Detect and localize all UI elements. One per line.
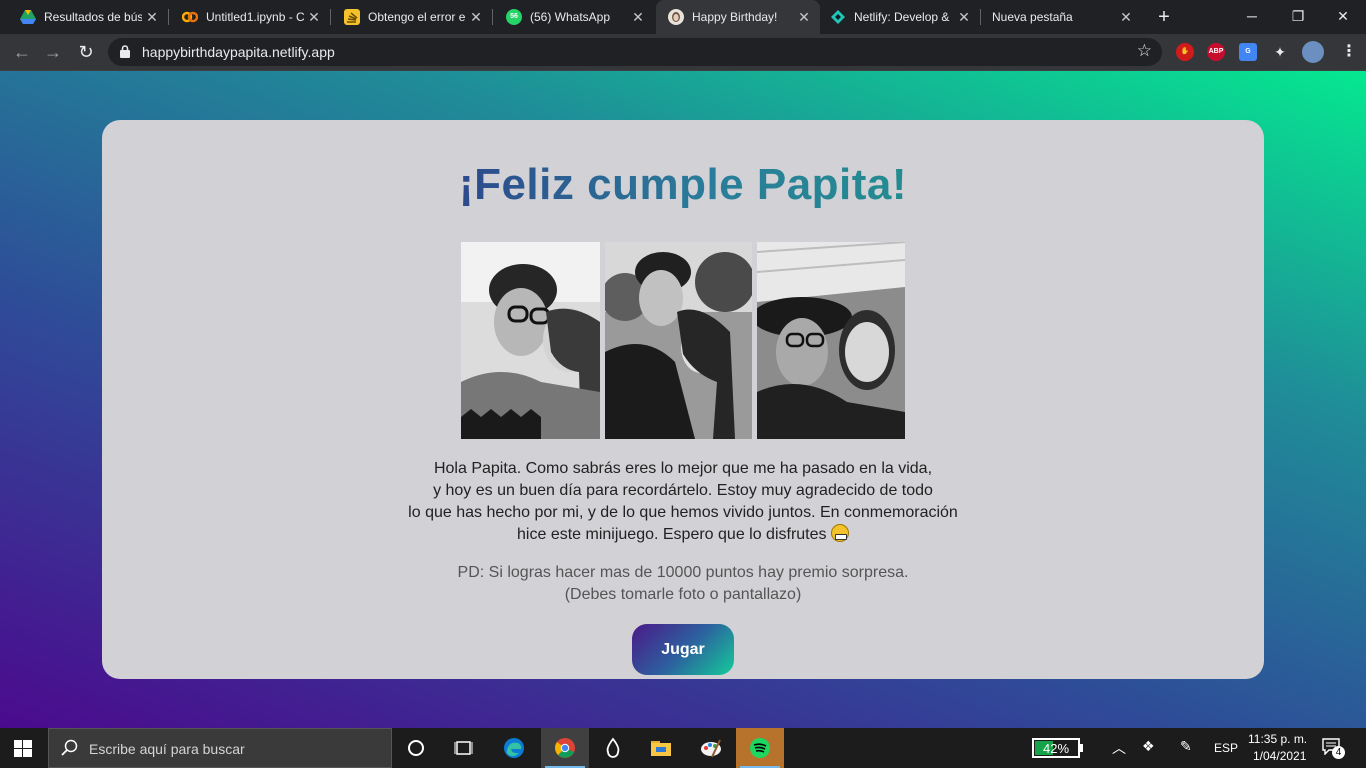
tab-stackoverflow[interactable]: Obtengo el error e ✕ bbox=[324, 0, 492, 34]
ink-drop-app-button[interactable] bbox=[589, 728, 637, 768]
new-tab-button[interactable]: + bbox=[1152, 5, 1176, 29]
address-bar[interactable]: happybirthdaypapita.netlify.app ☆ bbox=[108, 38, 1162, 66]
close-tab-icon[interactable]: ✕ bbox=[142, 9, 162, 26]
photo-2 bbox=[605, 242, 752, 439]
browser-toolbar: ← → ↻ happybirthdaypapita.netlify.app ☆ … bbox=[0, 34, 1366, 70]
birthday-card: ¡Feliz cumple Papita! Hola Papita. Como … bbox=[102, 120, 1264, 679]
portrait-icon bbox=[668, 9, 684, 25]
edge-taskbar-button[interactable] bbox=[490, 728, 538, 768]
tab-drive[interactable]: Resultados de bús ✕ bbox=[0, 0, 168, 34]
chrome-menu-icon[interactable]: ⋮ bbox=[1340, 43, 1358, 61]
notification-center-button[interactable]: 4 bbox=[1322, 738, 1346, 760]
clock-time[interactable]: 11:35 p. m. bbox=[1248, 732, 1307, 746]
paint-palette-icon bbox=[701, 739, 721, 758]
back-button[interactable]: ← bbox=[10, 40, 34, 64]
search-placeholder: Escribe aquí para buscar bbox=[89, 741, 245, 757]
spotify-icon bbox=[750, 738, 770, 758]
task-view-button[interactable] bbox=[440, 728, 488, 768]
tab-netlify[interactable]: Netlify: Develop & ✕ bbox=[820, 0, 980, 34]
tab-whatsapp[interactable]: 56 (56) WhatsApp ✕ bbox=[486, 0, 654, 34]
battery-percent: 42% bbox=[1042, 741, 1070, 756]
close-tab-icon[interactable]: ✕ bbox=[304, 9, 324, 26]
cortana-circle-icon bbox=[408, 740, 424, 756]
tab-title: Untitled1.ipynb - C bbox=[206, 10, 304, 24]
paint-app-button[interactable] bbox=[687, 728, 735, 768]
browser-tab-strip: Resultados de bús ✕ Untitled1.ipynb - C … bbox=[0, 0, 1366, 34]
dropbox-icon[interactable]: ❖ bbox=[1142, 738, 1155, 755]
folder-icon bbox=[651, 741, 671, 756]
task-view-icon bbox=[454, 741, 473, 755]
chrome-icon bbox=[555, 738, 575, 758]
close-tab-icon[interactable]: ✕ bbox=[1116, 9, 1136, 26]
lock-icon bbox=[120, 45, 130, 58]
colab-icon bbox=[182, 11, 198, 23]
tab-new-tab[interactable]: Nueva pestaña ✕ bbox=[982, 0, 1142, 34]
file-explorer-button[interactable] bbox=[637, 728, 685, 768]
profile-avatar[interactable] bbox=[1302, 41, 1324, 63]
cortana-button[interactable] bbox=[392, 728, 440, 768]
close-tab-icon[interactable]: ✕ bbox=[628, 9, 648, 26]
forward-button[interactable]: → bbox=[41, 40, 65, 64]
extensions-puzzle-icon[interactable]: ✦ bbox=[1271, 43, 1289, 61]
message-line: lo que has hecho por mi, y de lo que hem… bbox=[408, 504, 958, 521]
search-icon bbox=[61, 739, 78, 756]
tab-title: Nueva pestaña bbox=[992, 10, 1073, 24]
tab-title: Netlify: Develop & bbox=[854, 10, 950, 24]
taskbar-search-box[interactable]: Escribe aquí para buscar bbox=[48, 728, 392, 768]
page-title: ¡Feliz cumple Papita! bbox=[458, 160, 908, 209]
netlify-icon bbox=[831, 10, 845, 24]
windows-start-icon[interactable] bbox=[14, 740, 32, 757]
bookmark-star-icon[interactable]: ☆ bbox=[1137, 41, 1152, 61]
page-background: ¡Feliz cumple Papita! Hola Papita. Como … bbox=[0, 71, 1366, 728]
tab-divider bbox=[980, 9, 981, 25]
grimacing-emoji-icon bbox=[830, 524, 849, 542]
close-tab-icon[interactable]: ✕ bbox=[954, 9, 974, 26]
language-indicator[interactable]: ESP bbox=[1214, 741, 1238, 755]
show-hidden-icons-chevron-icon[interactable]: ︿ bbox=[1112, 738, 1126, 758]
chrome-taskbar-button[interactable] bbox=[541, 728, 589, 768]
message-line: Hola Papita. Como sabrás eres lo mejor q… bbox=[433, 460, 933, 477]
tab-title: Resultados de bús bbox=[44, 10, 142, 24]
restore-button[interactable]: ❐ bbox=[1275, 0, 1321, 34]
message-line: hice este minijuego. Espero que lo disfr… bbox=[517, 526, 827, 543]
google-drive-icon bbox=[20, 10, 36, 24]
url-text: happybirthdaypapita.netlify.app bbox=[142, 44, 335, 60]
reload-button[interactable]: ↻ bbox=[74, 40, 98, 64]
notification-count: 4 bbox=[1332, 746, 1345, 759]
clock-date[interactable]: 1/04/2021 bbox=[1253, 749, 1306, 763]
battery-indicator[interactable]: 42% bbox=[1032, 738, 1083, 758]
whatsapp-icon: 56 bbox=[506, 9, 522, 25]
adblock-plus-icon[interactable]: ABP bbox=[1207, 43, 1225, 61]
ps-line: (Debes tomarle foto o pantallazo) bbox=[564, 586, 802, 603]
postscript: PD: Si logras hacer mas de 10000 puntos … bbox=[302, 562, 1064, 606]
close-tab-icon[interactable]: ✕ bbox=[794, 9, 814, 26]
spotify-taskbar-button[interactable] bbox=[736, 728, 784, 768]
close-window-button[interactable]: ✕ bbox=[1320, 0, 1366, 34]
ps-line: PD: Si logras hacer mas de 10000 puntos … bbox=[457, 564, 909, 581]
close-tab-icon[interactable]: ✕ bbox=[466, 9, 486, 26]
tab-title: Happy Birthday! bbox=[692, 10, 778, 24]
google-translate-icon[interactable]: G bbox=[1239, 43, 1257, 61]
tab-colab[interactable]: Untitled1.ipynb - C ✕ bbox=[162, 0, 330, 34]
stackoverflow-icon bbox=[344, 9, 360, 25]
edge-icon bbox=[504, 738, 524, 758]
photo-1 bbox=[461, 242, 600, 439]
battery-tip bbox=[1080, 744, 1083, 752]
windows-taskbar: Escribe aquí para buscar 42% ︿ ❖ ✎ ESP 1… bbox=[0, 728, 1366, 768]
tab-title: Obtengo el error e bbox=[368, 10, 466, 24]
photo-3 bbox=[757, 242, 905, 439]
message-line: y hoy es un buen día para recordártelo. … bbox=[433, 482, 933, 499]
water-drop-icon bbox=[606, 737, 620, 758]
tab-title: (56) WhatsApp bbox=[530, 10, 611, 24]
play-button[interactable]: Jugar bbox=[632, 624, 734, 675]
hand-stop-extension-icon[interactable]: ✋ bbox=[1176, 43, 1194, 61]
minimize-button[interactable]: ─ bbox=[1229, 0, 1275, 34]
tab-happy-birthday[interactable]: Happy Birthday! ✕ bbox=[656, 0, 820, 34]
pen-icon[interactable]: ✎ bbox=[1180, 738, 1192, 755]
birthday-message: Hola Papita. Como sabrás eres lo mejor q… bbox=[302, 458, 1064, 546]
